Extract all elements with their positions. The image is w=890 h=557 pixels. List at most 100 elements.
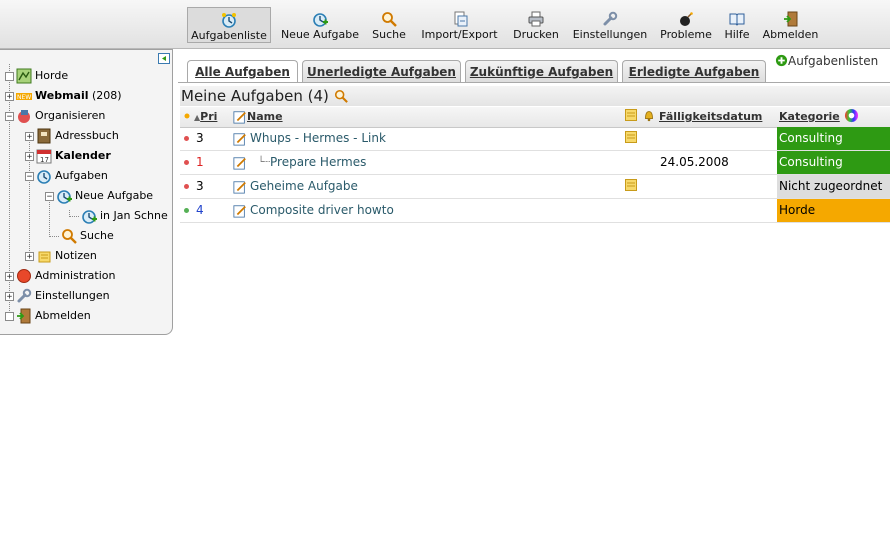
- expand-icon[interactable]: +: [5, 291, 14, 301]
- search-button[interactable]: Suche: [370, 7, 408, 43]
- task-name-link[interactable]: Geheime Aufgabe: [250, 175, 358, 198]
- import-export-icon: [454, 11, 467, 27]
- import-export-button[interactable]: Import/Export: [418, 7, 501, 43]
- due-column-header[interactable]: Fälligkeitsdatum: [659, 107, 762, 127]
- tree-line: [69, 216, 79, 217]
- table-row[interactable]: 3 Geheime Aufgabe Nicht zugeordnet: [180, 175, 890, 199]
- edit-icon: [233, 132, 246, 146]
- priority-column-header[interactable]: ▲Pri: [194, 107, 232, 127]
- address-book-icon: [37, 128, 51, 144]
- tab-baseline: [178, 82, 890, 83]
- sidebar-item-label: Einstellungen: [35, 289, 110, 302]
- print-button[interactable]: Drucken: [511, 7, 561, 43]
- sidebar-item-aufgaben[interactable]: − Aufgaben: [25, 166, 108, 186]
- expand-icon[interactable]: +: [25, 251, 34, 261]
- collapse-sidebar-icon[interactable]: [158, 53, 170, 64]
- collapse-icon[interactable]: −: [5, 111, 14, 121]
- edit-task-button[interactable]: [233, 175, 247, 198]
- sidebar-item-label: Neue Aufgabe: [75, 189, 154, 202]
- column-label: Kategorie: [779, 110, 840, 123]
- tab-zukuenftige-aufgaben[interactable]: Zukünftige Aufgaben: [465, 60, 618, 82]
- completion-column-header[interactable]: [184, 107, 190, 127]
- table-row[interactable]: 3 Whups - Hermes - Link Consulting: [180, 127, 890, 151]
- clock-list-icon: [222, 13, 236, 28]
- edit-task-button[interactable]: [233, 127, 247, 150]
- sidebar-item-kalender[interactable]: +17 Kalender: [25, 146, 111, 166]
- category-badge: Consulting: [777, 127, 890, 150]
- sidebar-item-administration[interactable]: + Administration: [5, 266, 116, 286]
- sidebar-item-einstellungen[interactable]: + Einstellungen: [5, 286, 110, 306]
- new-task-button[interactable]: Neue Aufgabe: [279, 7, 361, 43]
- tab-label: Erledigte Aufgaben: [628, 65, 760, 79]
- sidebar-item-webmail[interactable]: + NEW Webmail (208): [5, 86, 122, 106]
- wrench-icon: [17, 288, 32, 303]
- tree-leaf-box: [5, 71, 14, 81]
- logout-label: Abmelden: [762, 28, 819, 41]
- edit-task-button[interactable]: [233, 199, 247, 222]
- tab-erledigte-aufgaben[interactable]: Erledigte Aufgaben: [622, 60, 766, 82]
- task-name-link[interactable]: Prepare Hermes: [270, 151, 366, 174]
- edit-icon: [233, 156, 246, 170]
- sidebar-item-adressbuch[interactable]: + Adressbuch: [25, 126, 119, 146]
- sidebar-item-suche[interactable]: Suche: [59, 226, 114, 246]
- expand-icon[interactable]: +: [25, 131, 34, 141]
- book-icon: [729, 13, 745, 26]
- expand-icon[interactable]: +: [5, 271, 14, 281]
- completion-toggle[interactable]: [184, 160, 189, 165]
- page-title: Meine Aufgaben (4): [181, 87, 329, 105]
- search-icon[interactable]: [334, 89, 348, 103]
- alarm-column-header[interactable]: [642, 107, 656, 127]
- tasklist-button[interactable]: Aufgabenliste: [187, 7, 271, 43]
- logout-door-icon: [17, 308, 31, 324]
- sidebar-item-abmelden[interactable]: Abmelden: [5, 306, 91, 326]
- completion-toggle[interactable]: [184, 136, 189, 141]
- sidebar-item-label: Adressbuch: [55, 129, 119, 142]
- toolbar: Aufgabenliste Neue Aufgabe Suche Import/…: [0, 0, 890, 49]
- print-label: Drucken: [513, 28, 559, 41]
- sidebar-item-organisieren[interactable]: − Organisieren: [5, 106, 105, 126]
- note-icon: [625, 131, 637, 143]
- tab-unerledigte-aufgaben[interactable]: Unerledigte Aufgaben: [302, 60, 461, 82]
- description-note-icon[interactable]: [625, 175, 637, 198]
- wrench-icon: [603, 11, 618, 26]
- description-column-header[interactable]: [625, 107, 637, 127]
- sidebar-item-horde[interactable]: Horde: [5, 66, 68, 86]
- logout-door-icon: [783, 11, 797, 27]
- name-column-header[interactable]: Name: [233, 107, 283, 127]
- task-name-link[interactable]: Composite driver howto: [250, 199, 394, 222]
- tab-alle-aufgaben[interactable]: Alle Aufgaben: [187, 60, 298, 83]
- administration-icon: [17, 269, 31, 283]
- description-note-icon[interactable]: [625, 127, 637, 150]
- table-row[interactable]: 4 Composite driver howto Horde: [180, 199, 890, 223]
- tasklists-link[interactable]: Aufgabenlisten: [775, 53, 878, 69]
- edit-task-button[interactable]: [233, 151, 247, 174]
- settings-button[interactable]: Einstellungen: [571, 7, 649, 43]
- priority-value: 3: [196, 131, 204, 145]
- help-label: Hilfe: [724, 28, 750, 41]
- category-column-header[interactable]: Kategorie: [779, 107, 859, 127]
- table-row[interactable]: 1 └┈ Prepare Hermes 24.05.2008 Consulting: [180, 151, 890, 175]
- sidebar-item-label: Aufgaben: [55, 169, 108, 182]
- completion-toggle[interactable]: [184, 184, 189, 189]
- task-name-link[interactable]: Whups - Hermes - Link: [250, 127, 386, 150]
- sidebar-item-neue-aufgabe[interactable]: − Neue Aufgabe: [45, 186, 153, 206]
- sidebar-item-label: Administration: [35, 269, 116, 282]
- sidebar: Horde + NEW Webmail (208) − Organisieren + A…: [0, 49, 173, 335]
- settings-label: Einstellungen: [572, 28, 648, 41]
- tasklists-label: Aufgabenlisten: [788, 54, 879, 68]
- collapse-icon[interactable]: −: [45, 191, 54, 201]
- due-date: 24.05.2008: [660, 155, 729, 169]
- problems-button[interactable]: Probleme: [657, 7, 715, 43]
- sidebar-item-label: Webmail: [35, 89, 89, 102]
- sidebar-item-label: in Jan Schne: [100, 209, 168, 222]
- help-button[interactable]: Hilfe: [722, 7, 752, 43]
- expand-icon[interactable]: +: [25, 151, 34, 161]
- collapse-icon[interactable]: −: [25, 171, 34, 181]
- calendar-icon: 17: [36, 149, 52, 164]
- sidebar-item-notizen[interactable]: + Notizen: [25, 246, 97, 266]
- logout-button[interactable]: Abmelden: [761, 7, 820, 43]
- completion-toggle[interactable]: [184, 208, 189, 213]
- sidebar-item-in-jan-schne[interactable]: in Jan Schne: [79, 206, 168, 226]
- new-task-icon: [57, 190, 72, 204]
- expand-icon[interactable]: +: [5, 91, 14, 101]
